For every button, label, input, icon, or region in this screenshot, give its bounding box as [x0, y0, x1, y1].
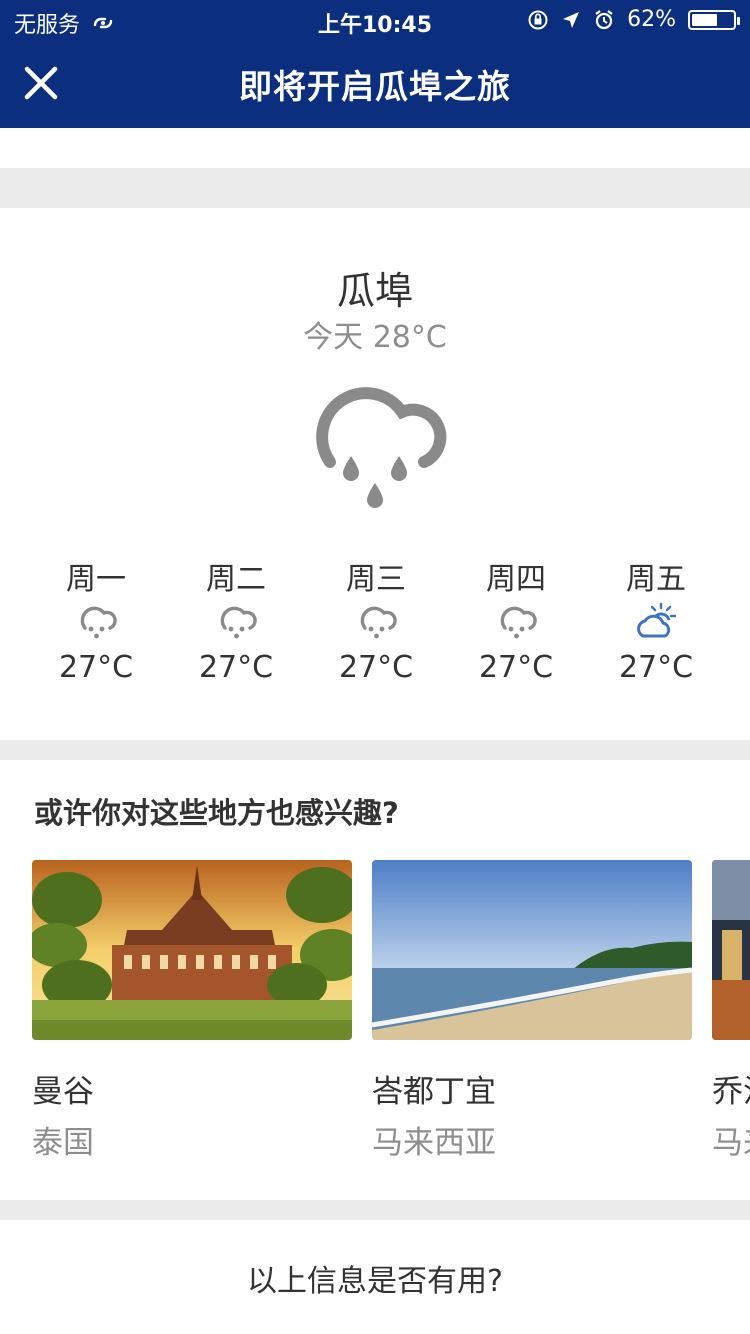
battery-icon — [688, 9, 740, 30]
location-arrow-icon — [563, 11, 580, 28]
forecast-temp: 27°C — [478, 650, 554, 685]
forecast-day-name: 周二 — [206, 562, 266, 597]
forecast-temp: 27°C — [338, 650, 414, 685]
section-divider — [0, 1200, 750, 1220]
rain-icon — [500, 606, 537, 639]
battery-fill — [692, 13, 717, 26]
destination-name: 曼谷 — [32, 1074, 94, 1110]
forecast-day: 周二 27°C — [166, 554, 306, 685]
destination-country: 马来西亚 — [372, 1125, 496, 1161]
forecast-day-name: 周一 — [66, 562, 126, 597]
page-title: 即将开启瓜埠之旅 — [239, 67, 511, 106]
section-divider — [0, 168, 750, 208]
rotation-lock-icon — [528, 10, 548, 29]
section-divider — [0, 740, 750, 760]
forecast-day-name: 周三 — [346, 562, 406, 597]
destination-name: 乔治 — [712, 1074, 750, 1110]
destination-name: 峇都丁宜 — [372, 1074, 496, 1110]
battery-percent: 62% — [627, 7, 676, 32]
weather-section: 瓜埠 今天 28°C 周一 27°C 周二 27°C 周三 27°C 周四 27… — [0, 208, 750, 740]
feedback-question: 以上信息是否有用? — [247, 1264, 503, 1299]
destination-photo — [712, 860, 750, 1040]
rain-icon — [80, 606, 117, 639]
partly-cloudy-icon — [637, 602, 677, 638]
status-right: 62% — [527, 7, 740, 32]
today-temperature: 今天 28°C — [303, 320, 447, 355]
forecast-day: 周三 27°C — [306, 554, 446, 685]
alarm-clock-icon — [595, 9, 613, 29]
feedback-section: 以上信息是否有用? — [0, 1220, 750, 1334]
forecast-temp: 27°C — [198, 650, 274, 685]
forecast-day-name: 周五 — [626, 562, 686, 597]
forecast-temp: 27°C — [58, 650, 134, 685]
forecast-day: 周一 27°C — [26, 554, 166, 685]
suggestions-section: 或许你对这些地方也感兴趣? 曼谷 泰国 峇都丁宜 马来西亚 乔 马 — [0, 760, 750, 1200]
destination-card[interactable]: 曼谷 泰国 — [27, 860, 364, 1162]
destination-card[interactable]: 峇都丁宜 马来西亚 — [371, 860, 693, 1162]
forecast-day: 周四 27°C — [446, 554, 586, 685]
rain-icon — [220, 606, 257, 639]
city-name: 瓜埠 — [336, 269, 413, 313]
rain-cloud-icon — [316, 387, 447, 508]
nav-bar: 即将开启瓜埠之旅 — [0, 40, 750, 128]
destination-country: 泰国 — [32, 1125, 94, 1161]
rain-icon — [360, 606, 397, 639]
suggestions-heading: 或许你对这些地方也感兴趣? — [34, 796, 399, 830]
destination-card[interactable]: 乔治 马来西亚 — [712, 860, 750, 1162]
destination-photo — [27, 860, 364, 1040]
destination-country: 马来西亚 — [712, 1125, 750, 1161]
destination-photo — [371, 860, 693, 1040]
forecast-day-name: 周四 — [486, 562, 546, 597]
forecast-temp: 27°C — [618, 650, 694, 685]
status-bar: 无服务 上午10:45 62% — [0, 0, 750, 40]
forecast-row: 周一 27°C 周二 27°C 周三 27°C 周四 27°C 周五 27°C — [26, 554, 726, 685]
forecast-day: 周五 27°C — [586, 554, 726, 685]
